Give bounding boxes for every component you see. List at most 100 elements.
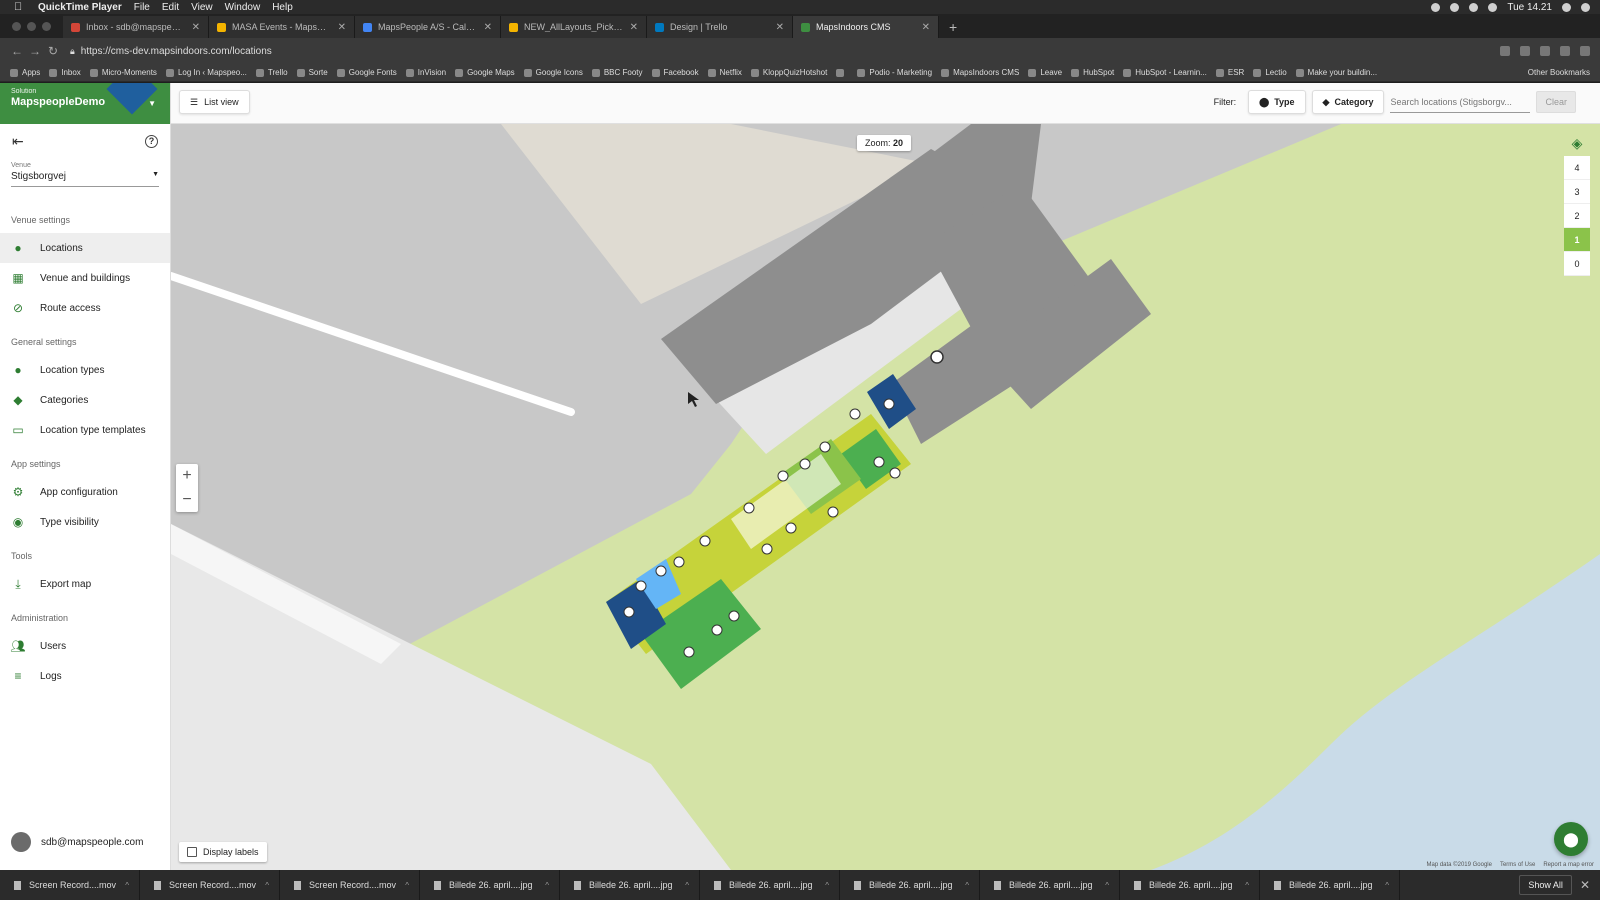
venue-dropdown[interactable]: Stigsborgvej ▼	[11, 169, 159, 187]
chair-icon[interactable]	[728, 610, 740, 622]
download-item[interactable]: Billede 26. april....jpg ^	[1120, 870, 1260, 900]
bookmark-item[interactable]: Leave	[1028, 68, 1062, 77]
bookmark-item[interactable]: MapsIndoors CMS	[941, 68, 1019, 77]
download-item[interactable]: Billede 26. april....jpg ^	[560, 870, 700, 900]
chevron-up-icon[interactable]: ^	[965, 881, 969, 890]
screen-icon[interactable]	[889, 467, 901, 479]
close-tab-icon[interactable]: ✕	[922, 22, 930, 33]
bookmark-item[interactable]: ESR	[1215, 68, 1244, 77]
sidebar-item-venue-and-buildings[interactable]: ▦ Venue and buildings	[0, 263, 170, 293]
download-item[interactable]: Billede 26. april....jpg ^	[840, 870, 980, 900]
bookmark-item[interactable]: HubSpot - Learnin...	[1123, 68, 1207, 77]
menu-window[interactable]: Window	[225, 2, 261, 13]
profile-icon[interactable]	[1580, 46, 1590, 56]
toilet-icon[interactable]	[849, 408, 861, 420]
download-item[interactable]: Billede 26. april....jpg ^	[1260, 870, 1400, 900]
download-item[interactable]: Billede 26. april....jpg ^	[700, 870, 840, 900]
sidebar-item-users[interactable]: 👥︎ Users	[0, 631, 170, 661]
layers-icon[interactable]: ◈	[1564, 130, 1590, 156]
screen-icon[interactable]	[785, 522, 797, 534]
meeting-icon[interactable]	[819, 441, 831, 453]
chevron-up-icon[interactable]: ^	[825, 881, 829, 890]
chevron-up-icon[interactable]: ^	[265, 881, 269, 890]
sidebar-item-export-map[interactable]: ⤓ Export map	[0, 569, 170, 599]
star-icon[interactable]	[1500, 46, 1510, 56]
sidebar-item-app-configuration[interactable]: ⚙ App configuration	[0, 477, 170, 507]
sidebar-item-location-type-templates[interactable]: ▭ Location type templates	[0, 415, 170, 445]
elevator-icon[interactable]	[883, 398, 895, 410]
download-item[interactable]: Billede 26. april....jpg ^	[980, 870, 1120, 900]
toilet-icon[interactable]	[635, 580, 647, 592]
bookmark-item[interactable]: BBC Footy	[591, 68, 643, 77]
download-item[interactable]: Screen Record....mov ^	[280, 870, 420, 900]
bookmark-item[interactable]: Podio - Marketing	[857, 68, 932, 77]
forward-icon[interactable]: →	[26, 44, 44, 58]
close-icon[interactable]: ✕	[1580, 878, 1590, 892]
sidebar-item-logs[interactable]: ≡ Logs	[0, 661, 170, 691]
new-tab-button[interactable]: +	[939, 16, 967, 38]
display-labels-checkbox[interactable]	[187, 847, 197, 857]
sidebar-item-location-types[interactable]: ● Location types	[0, 355, 170, 385]
floor-1[interactable]: 1	[1564, 228, 1590, 252]
bookmark-item[interactable]: Google Fonts	[336, 68, 397, 77]
menu-edit[interactable]: Edit	[162, 2, 179, 13]
toilet-icon[interactable]	[655, 565, 667, 577]
bookmark-item[interactable]: Make your buildin...	[1295, 68, 1377, 77]
chair-icon[interactable]	[827, 506, 839, 518]
browser-tab-gmail[interactable]: Inbox - sdb@mapspeople.com ✕	[63, 16, 209, 38]
bookmark-item[interactable]: Apps	[10, 68, 40, 77]
sidebar-item-type-visibility[interactable]: ◉ Type visibility	[0, 507, 170, 537]
bookmark-item[interactable]: KloppQuizHotshot	[750, 68, 827, 77]
bookmark-item[interactable]: Facebook	[651, 68, 699, 77]
chevron-up-icon[interactable]: ^	[405, 881, 409, 890]
cloud-icon[interactable]	[1450, 2, 1460, 12]
show-all-button[interactable]: Show All	[1519, 875, 1572, 895]
screen-icon[interactable]	[699, 535, 711, 547]
browser-tab-calendar[interactable]: MapsPeople A/S - Calendar - W... ✕	[355, 16, 501, 38]
floor-4[interactable]: 4	[1564, 156, 1590, 180]
screen-icon[interactable]	[761, 543, 773, 555]
bookmark-item[interactable]: Google Icons	[523, 68, 583, 77]
clock[interactable]: Tue 14.21	[1507, 2, 1552, 13]
chair-icon[interactable]	[683, 646, 695, 658]
sidebar-item-route-access[interactable]: ⊘ Route access	[0, 293, 170, 323]
browser-tab-slides[interactable]: NEW_AllLayouts_PickWhatYou... ✕	[501, 16, 647, 38]
extension-icon[interactable]	[1540, 46, 1550, 56]
menu-view[interactable]: View	[191, 2, 213, 13]
close-tab-icon[interactable]: ✕	[338, 22, 346, 33]
close-tab-icon[interactable]: ✕	[192, 22, 200, 33]
download-item[interactable]: Screen Record....mov ^	[140, 870, 280, 900]
help-icon[interactable]: ?	[145, 134, 158, 148]
add-location-button[interactable]: ⬤	[1554, 822, 1588, 856]
sidebar-item-locations[interactable]: ● Locations	[0, 233, 170, 263]
bookmark-item[interactable]: Inbox	[49, 68, 81, 77]
toilet-icon[interactable]	[873, 456, 885, 468]
display-labels-toggle[interactable]: Display labels	[179, 842, 267, 862]
close-window-icon[interactable]	[12, 21, 21, 31]
zoom-out-button[interactable]: −	[176, 488, 198, 512]
maximize-window-icon[interactable]	[42, 21, 51, 31]
bookmark-item[interactable]: Log In ‹ Mapspeo...	[165, 68, 247, 77]
other-bookmarks[interactable]: Other Bookmarks	[1528, 68, 1590, 77]
bookmark-item[interactable]: Sorte	[296, 68, 328, 77]
browser-tab-trello[interactable]: Design | Trello ✕	[647, 16, 793, 38]
download-item[interactable]: Billede 26. april....jpg ^	[420, 870, 560, 900]
close-tab-icon[interactable]: ✕	[630, 22, 638, 33]
chevron-up-icon[interactable]: ^	[545, 881, 549, 890]
chevron-up-icon[interactable]: ^	[125, 881, 129, 890]
search-input[interactable]	[1390, 91, 1531, 113]
category-filter-button[interactable]: ◆ Category	[1311, 90, 1385, 114]
chevron-up-icon[interactable]: ^	[1385, 881, 1389, 890]
bookmark-item[interactable]: InVision	[405, 68, 446, 77]
printer-icon[interactable]	[673, 556, 685, 568]
list-view-button[interactable]: ☰ List view	[179, 90, 250, 114]
back-icon[interactable]: ←	[8, 44, 26, 58]
floor-2[interactable]: 2	[1564, 204, 1590, 228]
chevron-up-icon[interactable]: ^	[1105, 881, 1109, 890]
wifi-icon[interactable]	[1469, 2, 1479, 12]
battery-icon[interactable]	[1488, 2, 1498, 12]
report-error-link[interactable]: Report a map error	[1543, 862, 1594, 868]
menu-app-name[interactable]: QuickTime Player	[38, 2, 122, 13]
apple-icon[interactable]: 	[14, 1, 24, 13]
type-filter-button[interactable]: ⬤ Type	[1248, 90, 1306, 114]
